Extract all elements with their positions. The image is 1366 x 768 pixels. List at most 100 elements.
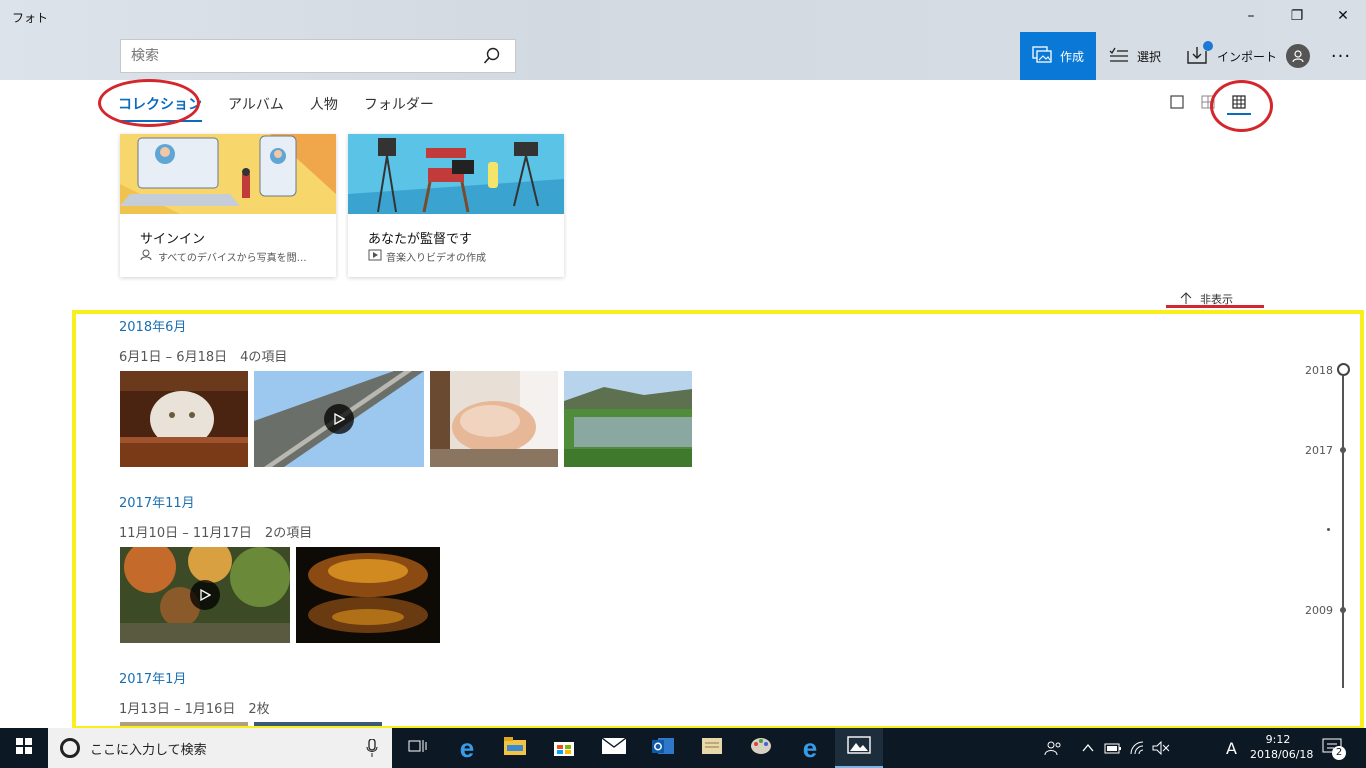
- store-icon: [554, 736, 574, 760]
- create-button[interactable]: 作成: [1020, 32, 1096, 80]
- file-explorer-button[interactable]: [491, 728, 539, 768]
- wifi-icon[interactable]: [1130, 728, 1148, 768]
- single-square-icon: [1170, 94, 1184, 113]
- task-view-icon: [408, 738, 428, 758]
- director-card[interactable]: あなたが監督です 音楽入りビデオの作成: [348, 134, 564, 277]
- paint-button[interactable]: [737, 728, 785, 768]
- director-illustration: [348, 134, 564, 214]
- group-date-range: 6月1日 – 6月18日 4の項目: [119, 350, 288, 365]
- task-view-button[interactable]: [394, 728, 442, 768]
- search-input[interactable]: [121, 40, 461, 72]
- create-label: 作成: [1059, 49, 1084, 64]
- card-subtitle: すべてのデバイスから写真を閲…: [158, 253, 307, 264]
- card-title: サインイン: [140, 232, 206, 247]
- edge-button[interactable]: e: [443, 728, 491, 768]
- play-icon: [324, 404, 354, 434]
- timeline-current-marker[interactable]: [1337, 363, 1350, 376]
- volume-muted-icon[interactable]: [1152, 728, 1170, 768]
- tab-folders[interactable]: フォルダー: [364, 94, 434, 122]
- clock-date: 2018/06/18: [1250, 748, 1314, 761]
- ime-indicator[interactable]: A: [1226, 728, 1237, 768]
- more-button[interactable]: ···: [1326, 32, 1356, 80]
- search-box[interactable]: [120, 39, 516, 73]
- outlook-icon: [652, 736, 674, 760]
- select-label: 選択: [1137, 49, 1162, 64]
- tab-album[interactable]: アルバム: [228, 94, 284, 122]
- photo-thumbnail[interactable]: [430, 371, 558, 467]
- group-date-range: 11月10日 – 11月17日 2の項目: [119, 526, 313, 541]
- clock[interactable]: 9:12 2018/06/18: [1250, 732, 1314, 762]
- tab-people[interactable]: 人物: [310, 94, 338, 122]
- create-icon: [1032, 45, 1052, 67]
- annotation-circle-view: [1210, 80, 1273, 132]
- taskbar-search[interactable]: ここに入力して検索: [48, 728, 392, 768]
- photo-thumbnail[interactable]: [120, 371, 248, 467]
- maximize-button[interactable]: ❐: [1274, 0, 1320, 32]
- signin-illustration: [120, 134, 336, 214]
- account-button[interactable]: [1285, 32, 1311, 80]
- timeline-year[interactable]: 2017: [1305, 444, 1333, 457]
- group-date-range: 1月13日 – 1月16日 2枚: [119, 702, 270, 717]
- timeline-track[interactable]: [1342, 376, 1344, 688]
- timeline-year[interactable]: 2009: [1305, 604, 1333, 617]
- app-button[interactable]: [688, 728, 736, 768]
- view-large-button[interactable]: [1165, 93, 1189, 113]
- timeline-dot: [1327, 528, 1330, 531]
- card-title: あなたが監督です: [368, 232, 473, 247]
- group-month-heading: 2017年11月: [119, 496, 195, 511]
- timeline-year[interactable]: 2018: [1305, 364, 1333, 377]
- edge-button-2[interactable]: e: [786, 728, 834, 768]
- start-button[interactable]: [0, 728, 48, 768]
- group-month-heading: 2018年6月: [119, 320, 187, 335]
- windows-logo-icon: [16, 738, 32, 758]
- notification-count: 2: [1332, 745, 1346, 760]
- store-button[interactable]: [540, 728, 588, 768]
- import-badge: [1203, 40, 1213, 51]
- avatar-icon: [1286, 44, 1310, 68]
- import-label: インポート: [1217, 49, 1278, 64]
- import-button[interactable]: インポート: [1187, 32, 1277, 80]
- mail-icon: [601, 737, 627, 758]
- cortana-icon: [60, 738, 80, 758]
- edge-icon: e: [802, 732, 818, 763]
- chevron-up-icon[interactable]: [1082, 728, 1094, 768]
- photo-thumbnail[interactable]: [564, 371, 692, 467]
- action-center-button[interactable]: 2: [1322, 728, 1346, 768]
- edge-icon: e: [459, 732, 475, 763]
- group-month-heading: 2017年1月: [119, 672, 187, 687]
- play-icon: [190, 580, 220, 610]
- signin-card[interactable]: サインイン すべてのデバイスから写真を閲…: [120, 134, 336, 277]
- close-button[interactable]: ✕: [1320, 0, 1366, 32]
- photos-icon: [847, 736, 871, 758]
- folder-icon: [504, 737, 526, 759]
- photos-button[interactable]: [835, 728, 883, 768]
- taskbar-search-placeholder: ここに入力して検索: [90, 742, 207, 758]
- photo-thumbnail[interactable]: [296, 547, 440, 643]
- battery-icon[interactable]: [1104, 728, 1122, 768]
- checklist-icon: [1109, 47, 1129, 66]
- people-icon[interactable]: [1044, 728, 1062, 768]
- taskbar: ここに入力して検索 e e A 9:12 2018/06/18 2: [0, 728, 1366, 768]
- video-thumbnail[interactable]: [120, 547, 290, 643]
- title-bar: フォト – ❐ ✕ 作成 選択 インポート ···: [0, 0, 1366, 80]
- video-thumbnail[interactable]: [254, 371, 424, 467]
- palette-icon: [750, 736, 772, 760]
- microphone-icon[interactable]: [366, 738, 378, 761]
- notebook-icon: [701, 737, 723, 759]
- select-button[interactable]: 選択: [1105, 32, 1175, 80]
- clock-time: 9:12: [1265, 733, 1291, 746]
- timeline-dot: [1340, 607, 1346, 613]
- outlook-button[interactable]: [639, 728, 687, 768]
- search-icon[interactable]: [483, 47, 501, 69]
- minimize-button[interactable]: –: [1228, 0, 1274, 32]
- person-sync-icon: [140, 249, 154, 264]
- notification-icon: 2: [1322, 738, 1346, 760]
- card-subtitle: 音楽入りビデオの作成: [386, 253, 486, 264]
- app-title: フォト: [12, 11, 49, 25]
- annotation-underline: [1166, 305, 1264, 308]
- mail-button[interactable]: [590, 728, 638, 768]
- timeline-dot: [1340, 447, 1346, 453]
- video-icon: [368, 249, 382, 264]
- import-icon: [1187, 40, 1213, 68]
- annotation-circle-tab: [98, 79, 200, 127]
